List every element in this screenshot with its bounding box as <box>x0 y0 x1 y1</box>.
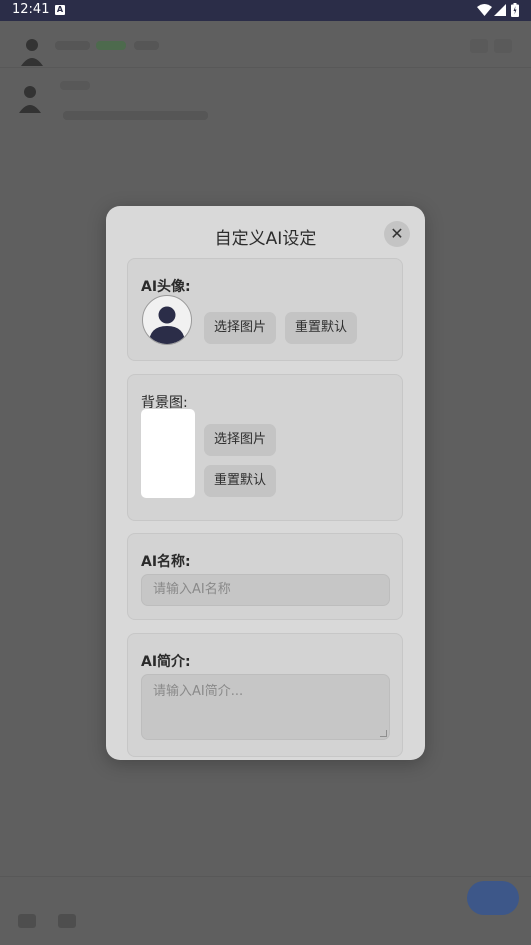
bg-chat-title-placeholder <box>134 41 159 50</box>
status-bar: 12:41 A <box>0 0 531 21</box>
name-input-placeholder: 请输入AI名称 <box>153 582 231 597</box>
bg-message-placeholder <box>60 81 90 90</box>
avatar-label: AI头像: <box>141 279 191 295</box>
bg-bottom-icon <box>58 914 76 928</box>
bg-chat-title-placeholder <box>55 41 90 50</box>
background-section: 背景图: 选择图片 重置默认 <box>127 374 403 521</box>
wifi-icon <box>477 4 492 16</box>
notification-app-icon: A <box>55 5 65 15</box>
status-time: 12:41 <box>12 2 50 17</box>
bg-send-button <box>467 881 519 915</box>
bg-avatar-icon <box>21 39 43 66</box>
choose-background-button[interactable]: 选择图片 <box>204 424 276 456</box>
bg-chat-title-placeholder <box>96 41 126 50</box>
intro-label: AI简介: <box>141 654 191 670</box>
reset-background-button[interactable]: 重置默认 <box>204 465 276 497</box>
battery-icon <box>511 3 519 17</box>
name-input[interactable]: 请输入AI名称 <box>141 574 390 606</box>
ai-settings-dialog: 自定义AI设定 ✕ AI头像: 选择图片 重置默认 背景图: 选择图片 重置默认… <box>106 206 425 760</box>
bg-input-bar <box>0 876 531 945</box>
avatar-section: AI头像: 选择图片 重置默认 <box>127 258 403 361</box>
avatar[interactable] <box>142 295 192 345</box>
dialog-title: 自定义AI设定 <box>214 229 317 249</box>
bg-header-icon <box>470 39 488 53</box>
bg-message-placeholder <box>63 111 208 120</box>
close-button[interactable]: ✕ <box>384 221 410 247</box>
person-avatar-icon <box>149 306 185 344</box>
background-preview[interactable] <box>141 409 195 498</box>
textarea-resize-handle[interactable] <box>380 730 387 737</box>
name-section: AI名称: 请输入AI名称 <box>127 533 403 620</box>
choose-avatar-button[interactable]: 选择图片 <box>204 312 276 344</box>
bg-avatar-icon <box>19 86 41 113</box>
intro-textarea[interactable]: 请输入AI简介... <box>141 674 390 740</box>
bg-bottom-icon <box>18 914 36 928</box>
bg-header-icon <box>494 39 512 53</box>
intro-textarea-placeholder: 请输入AI简介... <box>153 684 244 699</box>
name-label: AI名称: <box>141 554 191 570</box>
intro-section: AI简介: 请输入AI简介... <box>127 633 403 757</box>
cell-signal-icon <box>494 4 506 16</box>
reset-avatar-button[interactable]: 重置默认 <box>285 312 357 344</box>
